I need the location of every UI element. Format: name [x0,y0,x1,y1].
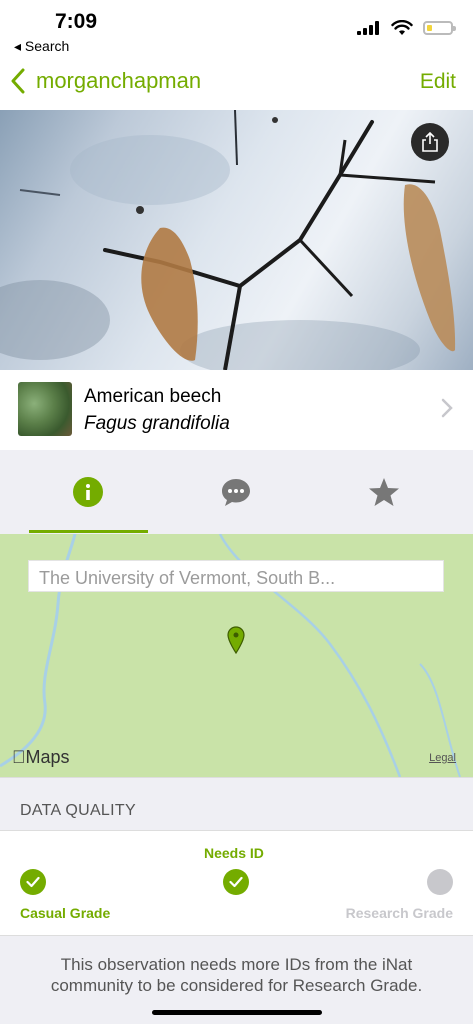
back-button[interactable]: morganchapman [10,68,201,94]
chevron-left-icon [11,68,25,94]
edit-button[interactable]: Edit [420,70,456,94]
explanation-text: This observation needs more IDs from the… [50,955,423,995]
cellular-signal-icon [357,21,379,35]
battery-icon [423,21,456,35]
tab-selected-indicator [29,530,148,533]
chevron-right-icon [441,398,453,418]
home-indicator[interactable] [152,1010,322,1015]
info-icon [73,477,103,507]
current-grade-label: Needs ID [204,845,264,861]
tab-info[interactable] [14,450,162,534]
apple-logo-icon:  [12,747,26,767]
status-time: 7:09 [55,10,98,33]
maps-logo: Maps [12,747,70,767]
data-quality-title: DATA QUALITY [20,802,136,819]
research-grade-dot-icon [427,869,453,895]
wifi-icon [391,20,413,35]
status-icons [357,20,456,36]
observation-photo[interactable] [0,110,473,370]
taxon-common-name: American beech [84,386,222,407]
map-location-field: The University of Vermont, South B... [28,560,444,592]
back-to-search-link[interactable]: ◂ Search [14,38,69,55]
map-pin-icon [227,626,245,654]
share-icon [422,132,438,152]
photo-image [0,110,456,370]
tab-favorites[interactable] [310,450,458,534]
legal-link[interactable]: Legal [429,752,456,764]
chat-icon [222,479,250,506]
tab-activity[interactable] [162,450,310,534]
taxon-row[interactable]: American beech Fagus grandifolia [0,370,473,451]
share-button[interactable] [411,123,449,161]
taxon-thumbnail [18,382,72,436]
research-grade-label: Research Grade [345,905,453,921]
casual-grade-check-icon [20,869,46,895]
casual-grade-label: Casual Grade [20,905,111,921]
needs-id-check-icon [223,869,249,895]
observation-tabs [0,450,473,534]
page-title: morganchapman [36,68,202,93]
taxon-scientific-name: Fagus grandifolia [84,413,230,434]
data-quality-header: DATA QUALITY [0,777,473,831]
star-icon [369,478,399,506]
